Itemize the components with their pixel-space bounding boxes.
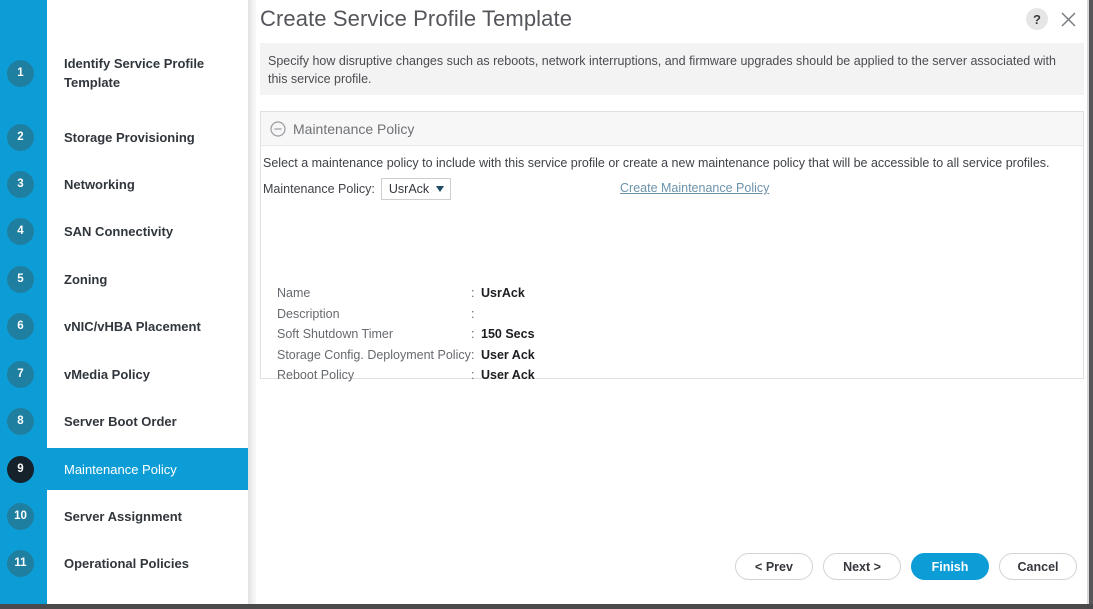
panel-header[interactable]: Maintenance Policy <box>261 112 1083 146</box>
detail-value: 150 Secs <box>481 327 535 342</box>
maintenance-policy-row: Maintenance Policy: UsrAck <box>263 178 451 200</box>
sidebar-item-networking[interactable]: 3 Networking <box>0 163 248 205</box>
sidebar-item-label: Server Assignment <box>64 508 183 524</box>
step-number: 10 <box>7 502 34 530</box>
sidebar-item-identify-service-profile-template[interactable]: 1 Identify Service Profile Template <box>0 52 248 94</box>
question-mark-icon[interactable]: ? <box>1026 8 1048 30</box>
detail-value: User Ack <box>481 368 535 383</box>
step-number: 1 <box>7 59 34 87</box>
maintenance-policy-panel: Maintenance Policy Select a maintenance … <box>260 111 1084 383</box>
sidebar-item-label: Zoning <box>64 271 108 287</box>
detail-separator: : <box>471 306 475 321</box>
description-banner: Specify how disruptive changes such as r… <box>260 43 1084 95</box>
detail-value: User Ack <box>481 347 535 362</box>
sidebar-item-label: Networking <box>64 176 135 192</box>
step-number: 4 <box>7 217 34 245</box>
maintenance-policy-select-value: UsrAck <box>388 182 430 196</box>
next-button[interactable]: Next > <box>823 553 901 580</box>
dialog-title-bar: Create Service Profile Template ? <box>256 0 1089 41</box>
detail-separator: : <box>471 368 475 383</box>
sidebar-item-label: Server Boot Order <box>64 413 177 429</box>
maintenance-policy-label: Maintenance Policy: <box>263 182 375 196</box>
step-number: 9 <box>7 455 34 483</box>
detail-value: UsrAck <box>481 286 525 300</box>
panel-body: Select a maintenance policy to include w… <box>261 146 1083 383</box>
sidebar-item-maintenance-policy[interactable]: 9 Maintenance Policy <box>0 448 248 490</box>
create-service-profile-template-dialog: 1 Identify Service Profile Template 2 Stora… <box>0 0 1093 609</box>
window-right-edge <box>1089 0 1093 609</box>
detail-label: Storage Config. Deployment Policy <box>277 347 471 362</box>
detail-separator: : <box>471 286 475 300</box>
step-number: 7 <box>7 360 34 388</box>
sidebar-item-label: SAN Connectivity <box>64 223 174 239</box>
detail-separator: : <box>471 327 475 342</box>
sidebar-item-server-boot-order[interactable]: 8 Server Boot Order <box>0 400 248 442</box>
detail-separator: : <box>471 347 475 362</box>
prev-button[interactable]: < Prev <box>735 553 813 580</box>
description-text: Specify how disruptive changes such as r… <box>268 54 1056 86</box>
sidebar-item-label: Storage Provisioning <box>64 129 195 145</box>
step-number: 2 <box>7 123 34 151</box>
finish-button[interactable]: Finish <box>911 553 989 580</box>
step-number: 5 <box>7 265 34 293</box>
step-number: 3 <box>7 170 34 198</box>
sidebar-item-label: Maintenance Policy <box>64 461 177 477</box>
window-bottom-edge <box>0 604 1093 609</box>
sidebar-item-zoning[interactable]: 5 Zoning <box>0 258 248 300</box>
step-number: 6 <box>7 312 34 340</box>
detail-label: Reboot Policy <box>277 368 355 383</box>
sidebar-item-vmedia-policy[interactable]: 7 vMedia Policy <box>0 353 248 395</box>
step-number: 8 <box>7 407 34 435</box>
dialog-content: Create Service Profile Template ? Specif… <box>256 0 1089 604</box>
sidebar-item-operational-policies[interactable]: 11 Operational Policies <box>0 542 248 584</box>
sidebar-item-label: vMedia Policy <box>64 366 150 382</box>
detail-label: Soft Shutdown Timer <box>277 327 394 342</box>
step-number: 11 <box>7 549 34 577</box>
detail-label: Name <box>277 286 311 300</box>
panel-helper-text: Select a maintenance policy to include w… <box>263 156 1050 170</box>
sidebar-item-vnic-vhba-placement[interactable]: 6 vNIC/vHBA Placement <box>0 305 248 347</box>
detail-label: Description <box>277 306 340 321</box>
footer-button-row: < Prev Next > Finish Cancel <box>735 553 1077 580</box>
create-maintenance-policy-link[interactable]: Create Maintenance Policy <box>620 181 769 195</box>
close-icon[interactable] <box>1055 6 1081 32</box>
wizard-sidebar: 1 Identify Service Profile Template 2 Stora… <box>0 0 248 604</box>
cancel-button[interactable]: Cancel <box>999 553 1077 580</box>
sidebar-item-server-assignment[interactable]: 10 Server Assignment <box>0 495 248 537</box>
chevron-down-icon <box>435 186 444 192</box>
dialog-footer: < Prev Next > Finish Cancel <box>256 539 1089 604</box>
sidebar-item-label: vNIC/vHBA Placement <box>64 318 201 334</box>
sidebar-item-san-connectivity[interactable]: 4 SAN Connectivity <box>0 210 248 252</box>
maintenance-policy-select[interactable]: UsrAck <box>380 178 451 200</box>
page-title: Create Service Profile Template <box>260 6 573 31</box>
circle-minus-icon[interactable] <box>269 120 286 137</box>
sidebar-item-label: Operational Policies <box>64 555 189 571</box>
sidebar-item-storage-provisioning[interactable]: 2 Storage Provisioning <box>0 116 248 158</box>
panel-title: Maintenance Policy <box>293 120 415 137</box>
sidebar-item-label: Identify Service Profile Template <box>64 56 205 90</box>
